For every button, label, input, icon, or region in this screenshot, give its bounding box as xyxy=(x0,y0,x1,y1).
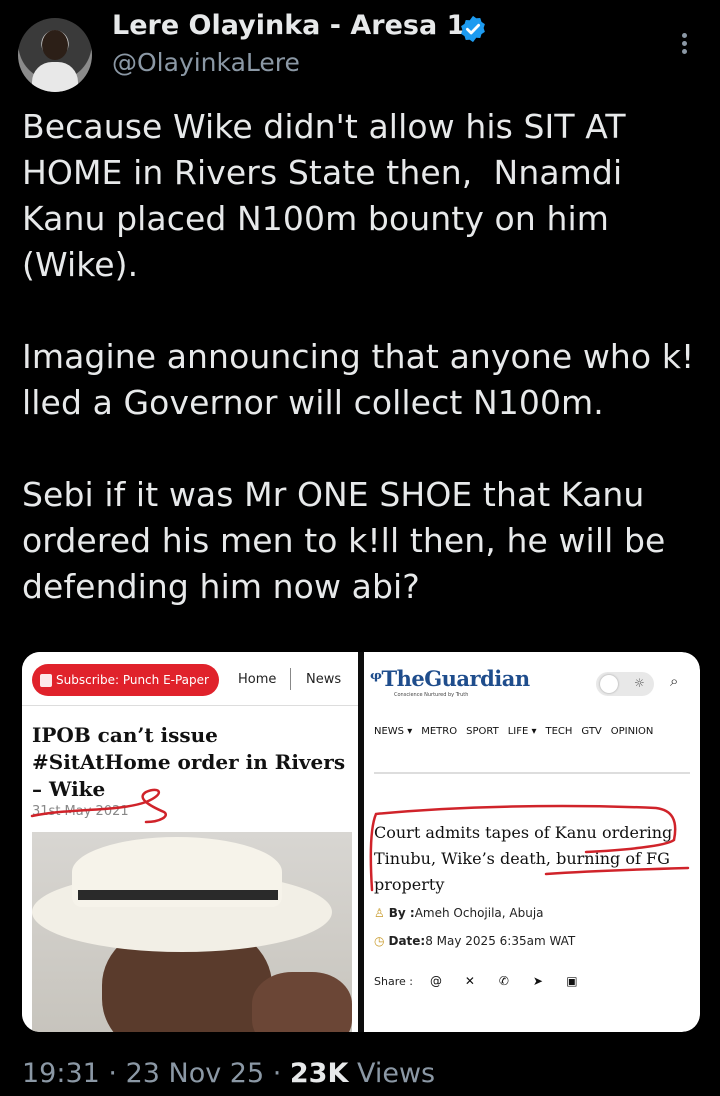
meta-separator: · xyxy=(99,1058,126,1089)
photo-hat-band xyxy=(78,890,278,900)
threads-icon: @ xyxy=(429,974,442,988)
x-icon: ✕ xyxy=(464,974,475,988)
toggle-knob xyxy=(600,675,618,693)
guardian-top-bar: ᵠTheGuardian Conscience Nurtured by Trut… xyxy=(364,652,700,714)
guardian-share: Share : @ ✕ ✆ ➤ ▣ xyxy=(374,970,583,992)
meta-separator: · xyxy=(264,1058,290,1089)
whatsapp-icon: ✆ xyxy=(498,974,509,988)
date-value: 8 May 2025 6:35am WAT xyxy=(425,934,576,948)
subscribe-button: Subscribe: Punch E-Paper xyxy=(32,664,219,696)
article-photo xyxy=(32,832,352,1032)
tweet-header: Lere Olayinka - Aresa 1 @OlayinkaLere xyxy=(0,0,720,100)
tweet-text: Because Wike didn't allow his SIT AT HOM… xyxy=(22,107,695,606)
guardian-logo-text: TheGuardian xyxy=(381,666,530,691)
guardian-logo: ᵠTheGuardian xyxy=(370,666,530,691)
share-label: Share : xyxy=(374,974,413,988)
guardian-headline: Court admits tapes of Kanu ordering Tinu… xyxy=(374,823,673,894)
by-label: By : xyxy=(388,906,415,920)
guardian-date: ◷ Date:8 May 2025 6:35am WAT xyxy=(374,934,575,948)
user-icon: ♙ xyxy=(374,906,385,920)
verified-badge-icon xyxy=(461,15,485,43)
epaper-icon xyxy=(40,673,52,687)
clock-icon: ◷ xyxy=(374,934,385,948)
views-count[interactable]: 23K xyxy=(290,1058,349,1089)
by-value: Ameh Ochojila, Abuja xyxy=(414,906,544,920)
linkedin-icon: ▣ xyxy=(566,974,578,988)
guardian-nav-item: GTV xyxy=(581,726,602,737)
guardian-nav-item: OPINION xyxy=(610,726,654,737)
search-icon: ⌕ xyxy=(670,672,679,690)
guardian-nav-item: TECH xyxy=(545,726,573,737)
punch-nav-news: News xyxy=(306,672,342,687)
guardian-tagline: Conscience Nurtured by Truth xyxy=(394,692,469,698)
nav-divider xyxy=(290,668,291,690)
guardian-nav-item: METRO xyxy=(421,726,458,737)
guardian-screenshot[interactable]: ᵠTheGuardian Conscience Nurtured by Trut… xyxy=(364,652,700,1032)
guardian-nav: NEWS ▾ METRO SPORT LIFE ▾ TECH GTV OPINI… xyxy=(374,726,694,750)
punch-headline: IPOB can’t issue #SitAtHome order in Riv… xyxy=(32,723,346,801)
punch-date: 31st May 2021 xyxy=(32,804,129,819)
author-display-name[interactable]: Lere Olayinka - Aresa 1 xyxy=(112,10,465,41)
divider xyxy=(374,772,690,774)
avatar[interactable] xyxy=(18,18,92,92)
theme-toggle: ☼ xyxy=(596,672,654,696)
telegram-icon: ➤ xyxy=(532,974,543,988)
date-label: Date: xyxy=(388,934,426,948)
punch-top-bar: Subscribe: Punch E-Paper Home News xyxy=(22,652,358,706)
subscribe-label: Subscribe: Punch E-Paper xyxy=(56,673,209,687)
punch-nav-home: Home xyxy=(238,672,277,687)
photo-hand xyxy=(252,972,352,1032)
punch-screenshot[interactable]: Subscribe: Punch E-Paper Home News IPOB … xyxy=(22,652,358,1032)
guardian-byline: ♙ By :Ameh Ochojila, Abuja xyxy=(374,906,544,920)
sun-icon: ☼ xyxy=(634,676,645,690)
guardian-nav-item: SPORT xyxy=(466,726,499,737)
tweet-time[interactable]: 19:31 xyxy=(22,1058,100,1089)
guardian-nav-item: LIFE ▾ xyxy=(507,726,537,737)
avatar-head xyxy=(42,30,68,60)
more-options-icon[interactable] xyxy=(672,30,696,60)
guardian-nav-item: NEWS ▾ xyxy=(374,726,413,737)
views-label: Views xyxy=(348,1058,436,1089)
tweet-date[interactable]: 23 Nov 25 xyxy=(126,1058,265,1089)
tweet-media[interactable]: Subscribe: Punch E-Paper Home News IPOB … xyxy=(22,652,700,1032)
avatar-body xyxy=(32,62,78,92)
author-handle[interactable]: @OlayinkaLere xyxy=(112,48,300,77)
tweet-meta: 19:31 · 23 Nov 25 · 23K Views xyxy=(22,1058,435,1089)
